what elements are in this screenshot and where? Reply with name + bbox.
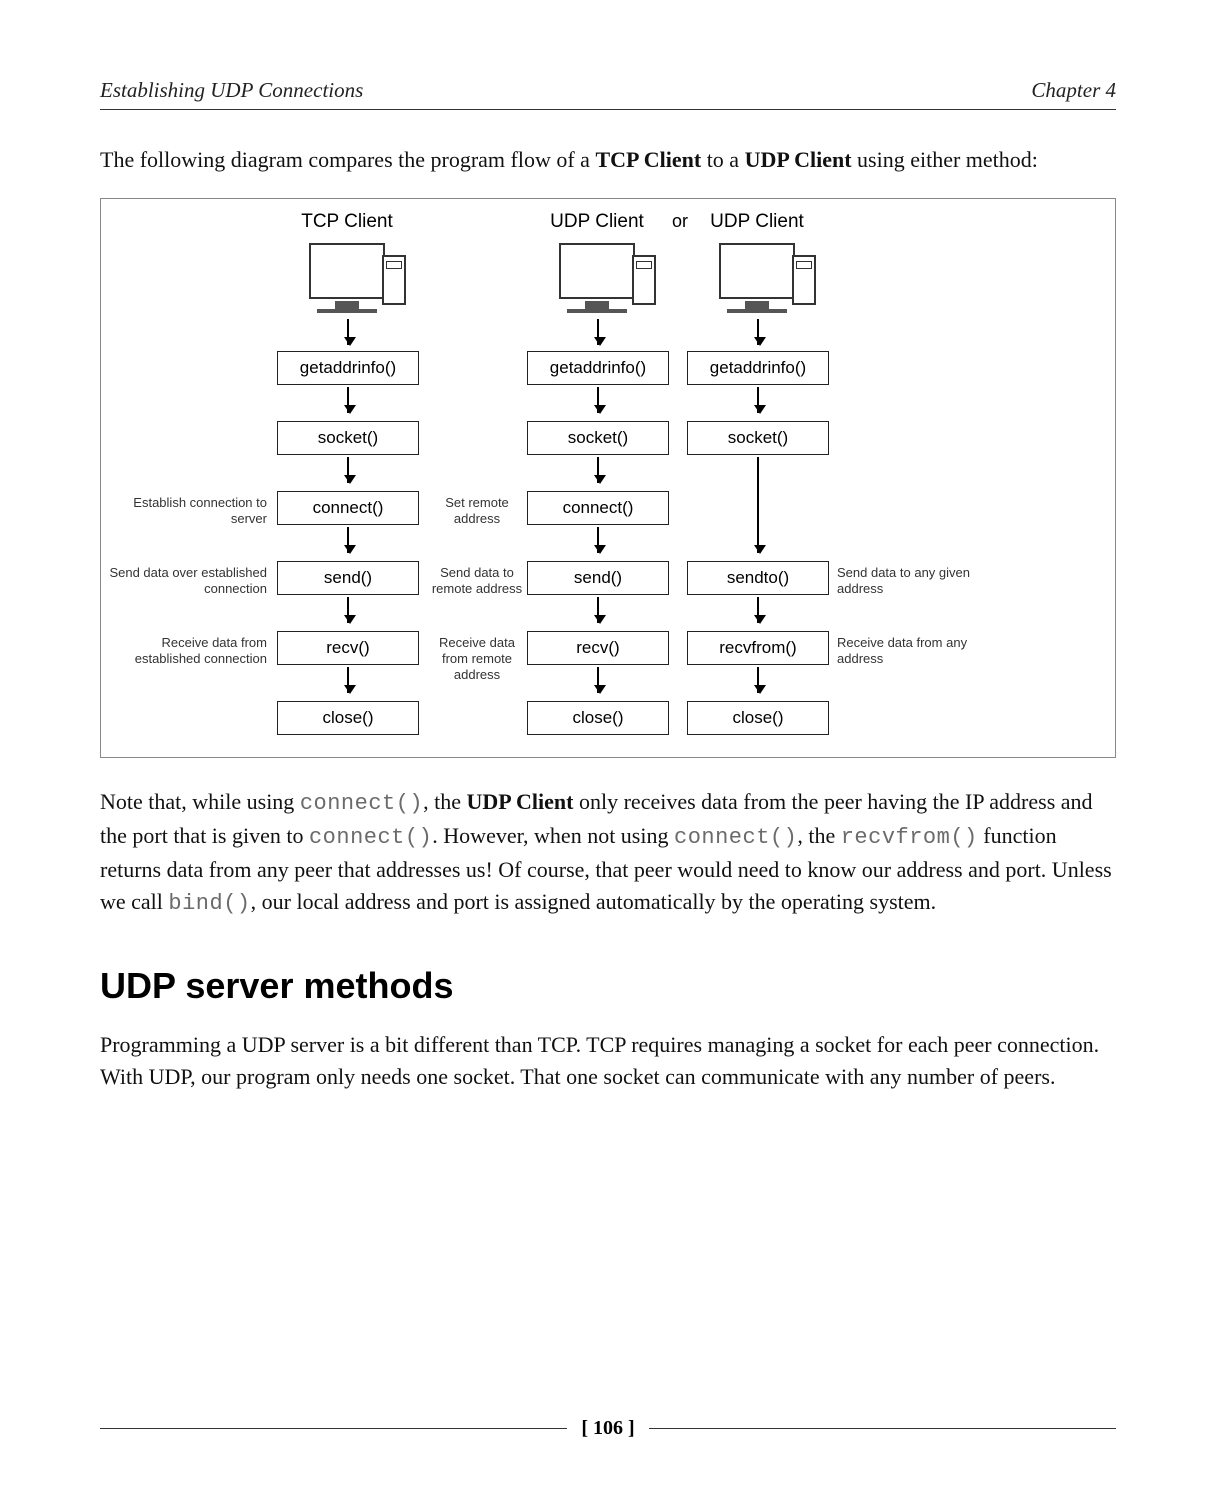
diagram-title-row: TCP Client UDP Client or UDP Client [107, 211, 1109, 241]
udp2-socket: socket() [687, 421, 829, 455]
header-left: Establishing UDP Connections [100, 78, 363, 103]
row-connect: Establish connection to server connect()… [107, 491, 1109, 561]
intro-text: The following diagram compares the progr… [100, 147, 595, 172]
note-text: , our local address and port is assigned… [251, 889, 937, 914]
udp1-close: close() [527, 701, 669, 735]
row-socket: socket() socket() socket() [107, 421, 1109, 491]
udp1-recv: recv() [527, 631, 669, 665]
tcp-connect: connect() [277, 491, 419, 525]
intro-tcp-bold: TCP Client [595, 147, 701, 172]
code-connect: connect() [300, 791, 423, 816]
footer-rule-left [100, 1428, 567, 1429]
note-text: , the [423, 789, 466, 814]
tcp-close: close() [277, 701, 419, 735]
note-udp-bold: UDP Client [467, 789, 574, 814]
udp1-socket: socket() [527, 421, 669, 455]
row-recv: Receive data from established connection… [107, 631, 1109, 701]
intro-text: to a [701, 147, 744, 172]
udp2-send-note: Send data to any given address [837, 561, 997, 598]
page-footer: [ 106 ] [100, 1417, 1116, 1440]
code-bind: bind() [168, 891, 250, 916]
note-paragraph: Note that, while using connect(), the UD… [100, 786, 1116, 920]
row-send: Send data over established connection se… [107, 561, 1109, 631]
note-text: . However, when not using [432, 823, 674, 848]
udp2-close: close() [687, 701, 829, 735]
udp2-sendto: sendto() [687, 561, 829, 595]
tcp-getaddrinfo: getaddrinfo() [277, 351, 419, 385]
note-text: Note that, while using [100, 789, 300, 814]
tcp-computer-icon [277, 241, 417, 313]
udp2-recvfrom: recvfrom() [687, 631, 829, 665]
intro-paragraph: The following diagram compares the progr… [100, 144, 1116, 176]
udp1-recv-note: Receive data from remote address [427, 631, 527, 684]
tcp-socket: socket() [277, 421, 419, 455]
intro-text: using either method: [852, 147, 1038, 172]
footer-rule-right [649, 1428, 1116, 1429]
udp2-getaddrinfo: getaddrinfo() [687, 351, 829, 385]
note-text: , the [797, 823, 840, 848]
section-body: Programming a UDP server is a bit differ… [100, 1029, 1116, 1093]
flow-diagram: TCP Client UDP Client or UDP Client geta… [100, 198, 1116, 758]
tcp-send: send() [277, 561, 419, 595]
code-recvfrom: recvfrom() [841, 825, 978, 850]
diagram-icon-row [107, 241, 1109, 351]
code-connect: connect() [309, 825, 432, 850]
udp1-getaddrinfo: getaddrinfo() [527, 351, 669, 385]
header-right: Chapter 4 [1031, 78, 1116, 103]
row-close: close() close() close() [107, 701, 1109, 743]
tcp-recv-note: Receive data from established connection [107, 631, 267, 668]
udp1-send: send() [527, 561, 669, 595]
intro-udp-bold: UDP Client [745, 147, 852, 172]
row-getaddrinfo: getaddrinfo() getaddrinfo() getaddrinfo(… [107, 351, 1109, 421]
udp1-connect-note: Set remote address [427, 491, 527, 528]
tcp-connect-note: Establish connection to server [107, 491, 267, 528]
udp-client-title-2: UDP Client [687, 211, 827, 233]
section-heading: UDP server methods [100, 965, 1116, 1007]
code-connect: connect() [674, 825, 797, 850]
running-header: Establishing UDP Connections Chapter 4 [100, 78, 1116, 109]
tcp-recv: recv() [277, 631, 419, 665]
tcp-send-note: Send data over established connection [107, 561, 267, 598]
udp2-recv-note: Receive data from any address [837, 631, 997, 668]
book-page: Establishing UDP Connections Chapter 4 T… [0, 0, 1216, 1500]
header-rule [100, 109, 1116, 110]
udp-client-title-1: UDP Client [527, 211, 667, 233]
udp2-computer-icon [687, 241, 827, 313]
page-number: [ 106 ] [567, 1417, 648, 1440]
udp1-computer-icon [527, 241, 667, 313]
udp1-connect: connect() [527, 491, 669, 525]
tcp-client-title: TCP Client [277, 211, 417, 233]
udp1-send-note: Send data to remote address [427, 561, 527, 598]
